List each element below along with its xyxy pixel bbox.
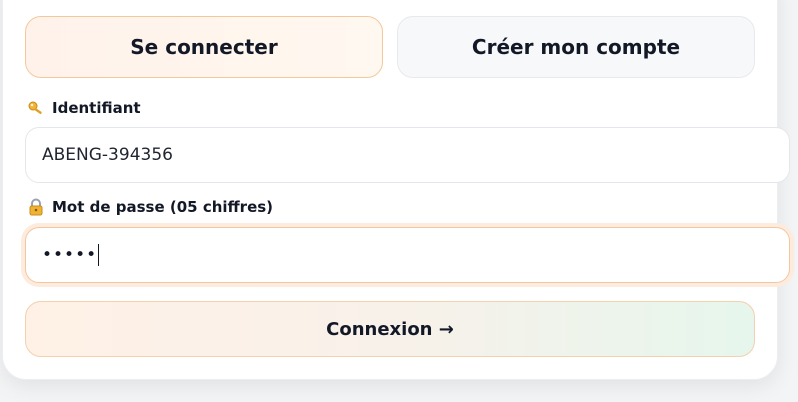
tab-login[interactable]: Se connecter — [25, 16, 383, 78]
identifier-label-text: Identifiant — [52, 99, 141, 117]
connexion-button[interactable]: Connexion → — [25, 301, 755, 357]
key-icon — [27, 99, 45, 117]
password-label-text: Mot de passe (05 chiffres) — [52, 198, 274, 216]
password-input[interactable]: ••••• — [25, 227, 790, 283]
tab-register-label: Créer mon compte — [471, 35, 681, 59]
tab-login-label: Se connecter — [130, 35, 278, 59]
password-value: ••••• — [42, 245, 98, 265]
password-label: Mot de passe (05 chiffres) — [27, 198, 273, 216]
text-caret — [98, 244, 100, 266]
lock-icon — [27, 198, 45, 216]
tab-register[interactable]: Créer mon compte — [397, 16, 755, 78]
identifier-label: Identifiant — [27, 99, 141, 117]
identifier-value: ABENG-394356 — [42, 145, 173, 165]
connexion-button-label: Connexion → — [326, 318, 454, 340]
identifier-input[interactable]: ABENG-394356 — [25, 127, 790, 183]
